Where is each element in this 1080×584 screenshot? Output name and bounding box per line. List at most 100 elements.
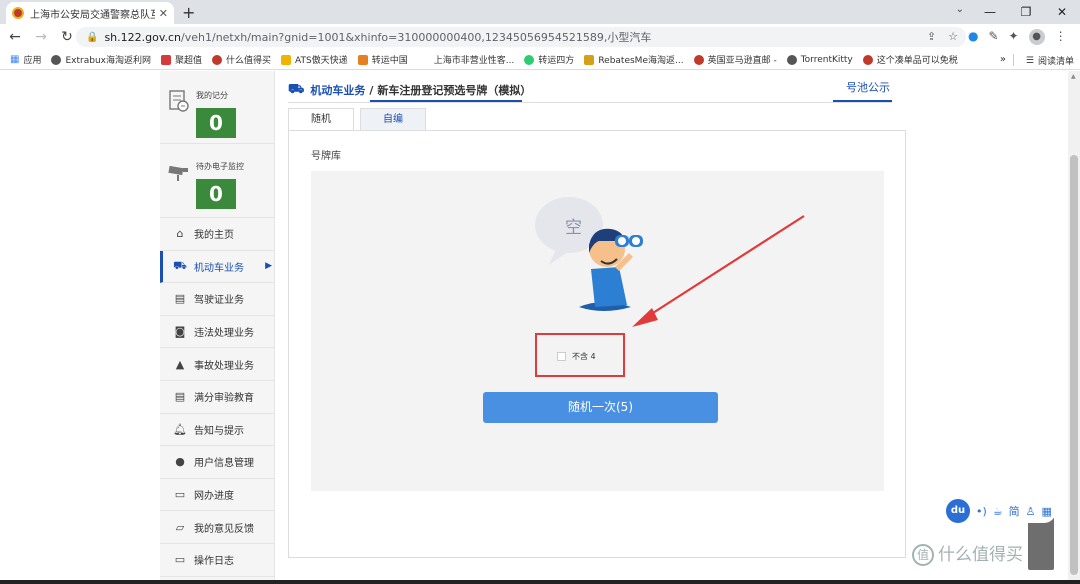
bookmark-item[interactable]: Extrabux海淘返利网	[51, 53, 151, 66]
bookmarks-more[interactable]: »	[1000, 54, 1006, 65]
log-icon: ▭	[174, 553, 186, 567]
minimize-icon[interactable]: —	[972, 0, 1008, 24]
breadcrumb: ⛟ 机动车业务 / 新车注册登记预选号牌（模拟）	[288, 79, 892, 101]
bookmark-item[interactable]: 英国亚马逊直邮 -	[693, 53, 777, 66]
caret-right-icon: ▶	[265, 261, 272, 272]
url-host: sh.122.gov.cn	[104, 30, 182, 44]
feedback-icon: ▱	[175, 520, 185, 534]
mode-tabs: 随机 自编	[288, 108, 432, 130]
bookmark-item[interactable]: 转运四方	[524, 53, 574, 66]
tab-random[interactable]: 随机	[288, 108, 354, 130]
sidebar-item-notice[interactable]: 🔔︎ 告知与提示	[160, 414, 274, 447]
grid-icon[interactable]: ▦	[1042, 505, 1052, 518]
home-icon: ⌂	[176, 227, 184, 241]
page-content: 我的记分 0 待办电子监控 0 ⌂ 我的主页 ⛟ 机动车业务 ▶ ▤ 驾驶证业务…	[0, 71, 1080, 584]
back-icon[interactable]: ←	[4, 29, 26, 45]
close-tab-icon[interactable]: ✕	[159, 7, 168, 20]
monitor-card[interactable]: 待办电子监控 0	[160, 144, 274, 218]
cup-icon[interactable]: ☕︎	[993, 505, 1003, 518]
exclude-four-checkbox[interactable]	[557, 352, 566, 361]
browser-tab[interactable]: 上海市公安局交通警察总队互联网 ✕	[6, 2, 174, 24]
bookmark-icon	[524, 54, 535, 65]
voice-icon[interactable]: •)	[976, 505, 987, 518]
user-icon[interactable]: ♙	[1026, 505, 1036, 518]
watermark-text: 什么值得买	[938, 545, 1023, 565]
truck-icon: ⛟	[288, 81, 305, 97]
url-path: /veh1/netxh/main?gnid=1001&xhinfo=310000…	[181, 31, 652, 44]
sidebar-item-violation[interactable]: ◙ 违法处理业务	[160, 316, 274, 349]
scroll-up-icon[interactable]: ▲	[1071, 73, 1076, 80]
truck-icon: ⛟	[173, 258, 187, 272]
camera-icon: ◙	[174, 325, 186, 339]
plate-pool-link[interactable]: 号池公示	[846, 79, 890, 95]
globe-icon	[786, 54, 797, 65]
extension-toolbar: ● ✎ ✦ ● ⋮	[968, 29, 1067, 45]
close-window-icon[interactable]: ✕	[1044, 0, 1080, 24]
bookmark-item[interactable]: TorrentKitty	[786, 54, 853, 65]
bookmark-apps[interactable]: ▦ 应用	[10, 53, 41, 66]
new-tab-icon[interactable]: +	[182, 3, 195, 22]
empty-char: 空	[565, 218, 582, 238]
exclude-four-label: 不含 4	[572, 352, 596, 361]
simplified-toggle[interactable]: 简	[1009, 503, 1020, 519]
main-content: ⛟ 机动车业务 / 新车注册登记预选号牌（模拟） 号池公示 随机 自编 号牌库	[288, 71, 908, 561]
restore-icon[interactable]: ❐	[1008, 0, 1044, 24]
baidu-assistant-widget[interactable]: du •) ☕︎ 简 ♙ ▦	[946, 499, 1056, 523]
breadcrumb-section[interactable]: 机动车业务	[310, 82, 365, 98]
url-input[interactable]: 🔒 sh.122.gov.cn/veh1/netxh/main?gnid=100…	[76, 27, 966, 47]
sidebar-item-progress[interactable]: ▭ 网办进度	[160, 479, 274, 512]
puzzle-icon[interactable]: ✦	[1009, 29, 1019, 45]
camera-monitor-icon	[168, 162, 190, 184]
page-title: 新车注册登记预选号牌（模拟）	[377, 84, 532, 97]
police-badge-icon	[12, 7, 24, 19]
sidebar-item-log[interactable]: ▭ 操作日志	[160, 544, 274, 577]
scrollbar-thumb[interactable]	[1070, 155, 1078, 575]
bookmark-icon	[160, 54, 171, 65]
empty-state-illustration: 空	[533, 197, 663, 317]
bookmark-icon	[584, 54, 595, 65]
score-document-icon	[168, 89, 190, 112]
watermark-logo: 值	[912, 544, 934, 566]
score-card[interactable]: 我的记分 0	[160, 71, 274, 144]
sidebar-item-user[interactable]: ● 用户信息管理	[160, 446, 274, 479]
divider	[288, 102, 892, 103]
bookmark-item[interactable]: 什么值得买	[212, 53, 271, 66]
sidebar-item-education[interactable]: ▤ 满分审验教育	[160, 381, 274, 414]
bookmark-icon	[693, 54, 704, 65]
lightbulb-icon[interactable]: ●	[968, 29, 978, 45]
tab-strip: 上海市公安局交通警察总队互联网 ✕ + ⌄ — ❐ ✕	[0, 0, 1080, 24]
lock-icon[interactable]: 🔒	[86, 32, 98, 43]
warning-icon: ▲	[175, 357, 185, 371]
forward-icon[interactable]: →	[30, 29, 52, 45]
breadcrumb-separator: /	[369, 83, 374, 97]
plate-library-area: 空 不含 4 随机一次(5)	[311, 171, 884, 491]
menu-icon[interactable]: ⋮	[1055, 29, 1067, 45]
exclude-four-option[interactable]: 不含 4	[557, 351, 596, 362]
bookmark-item[interactable]: 上海市非营业性客...	[434, 53, 515, 66]
chevron-down-icon[interactable]: ⌄	[956, 4, 964, 15]
reading-list[interactable]: ☰ 阅读清单	[1026, 54, 1074, 68]
bookmark-item[interactable]: 转运中国	[357, 53, 408, 66]
sidebar-item-vehicle[interactable]: ⛟ 机动车业务 ▶	[160, 250, 274, 284]
bookmark-item[interactable]: ATS傲天快递	[281, 53, 348, 66]
score-label: 我的记分	[196, 91, 228, 100]
share-icon[interactable]: ⇪	[927, 30, 936, 43]
bookmark-item[interactable]: 这个凑单品可以免税	[862, 53, 958, 66]
profile-icon[interactable]: ●	[1028, 29, 1045, 45]
sidebar-item-home[interactable]: ⌂ 我的主页	[160, 218, 274, 251]
address-bar: ← → ↻ 🔒 sh.122.gov.cn/veh1/netxh/main?gn…	[0, 24, 1080, 50]
bookmark-item[interactable]: RebatesMe海淘返...	[584, 53, 684, 66]
reload-icon[interactable]: ↻	[56, 29, 78, 45]
random-once-button[interactable]: 随机一次(5)	[483, 392, 718, 423]
extension-icon[interactable]: ✎	[988, 29, 998, 45]
du-logo[interactable]: du	[946, 499, 970, 523]
bookmark-item[interactable]: 聚超值	[160, 53, 202, 66]
page-scrollbar[interactable]: ▲	[1068, 71, 1080, 584]
sidebar-item-feedback[interactable]: ▱ 我的意见反馈	[160, 511, 274, 544]
bookmark-star-icon[interactable]: ☆	[948, 30, 958, 43]
sidebar-item-accident[interactable]: ▲ 事故处理业务	[160, 348, 274, 381]
tab-custom[interactable]: 自编	[360, 108, 426, 130]
monitor-value: 0	[196, 179, 236, 209]
list-icon: ▤	[174, 390, 186, 404]
sidebar-item-license[interactable]: ▤ 驾驶证业务	[160, 283, 274, 316]
